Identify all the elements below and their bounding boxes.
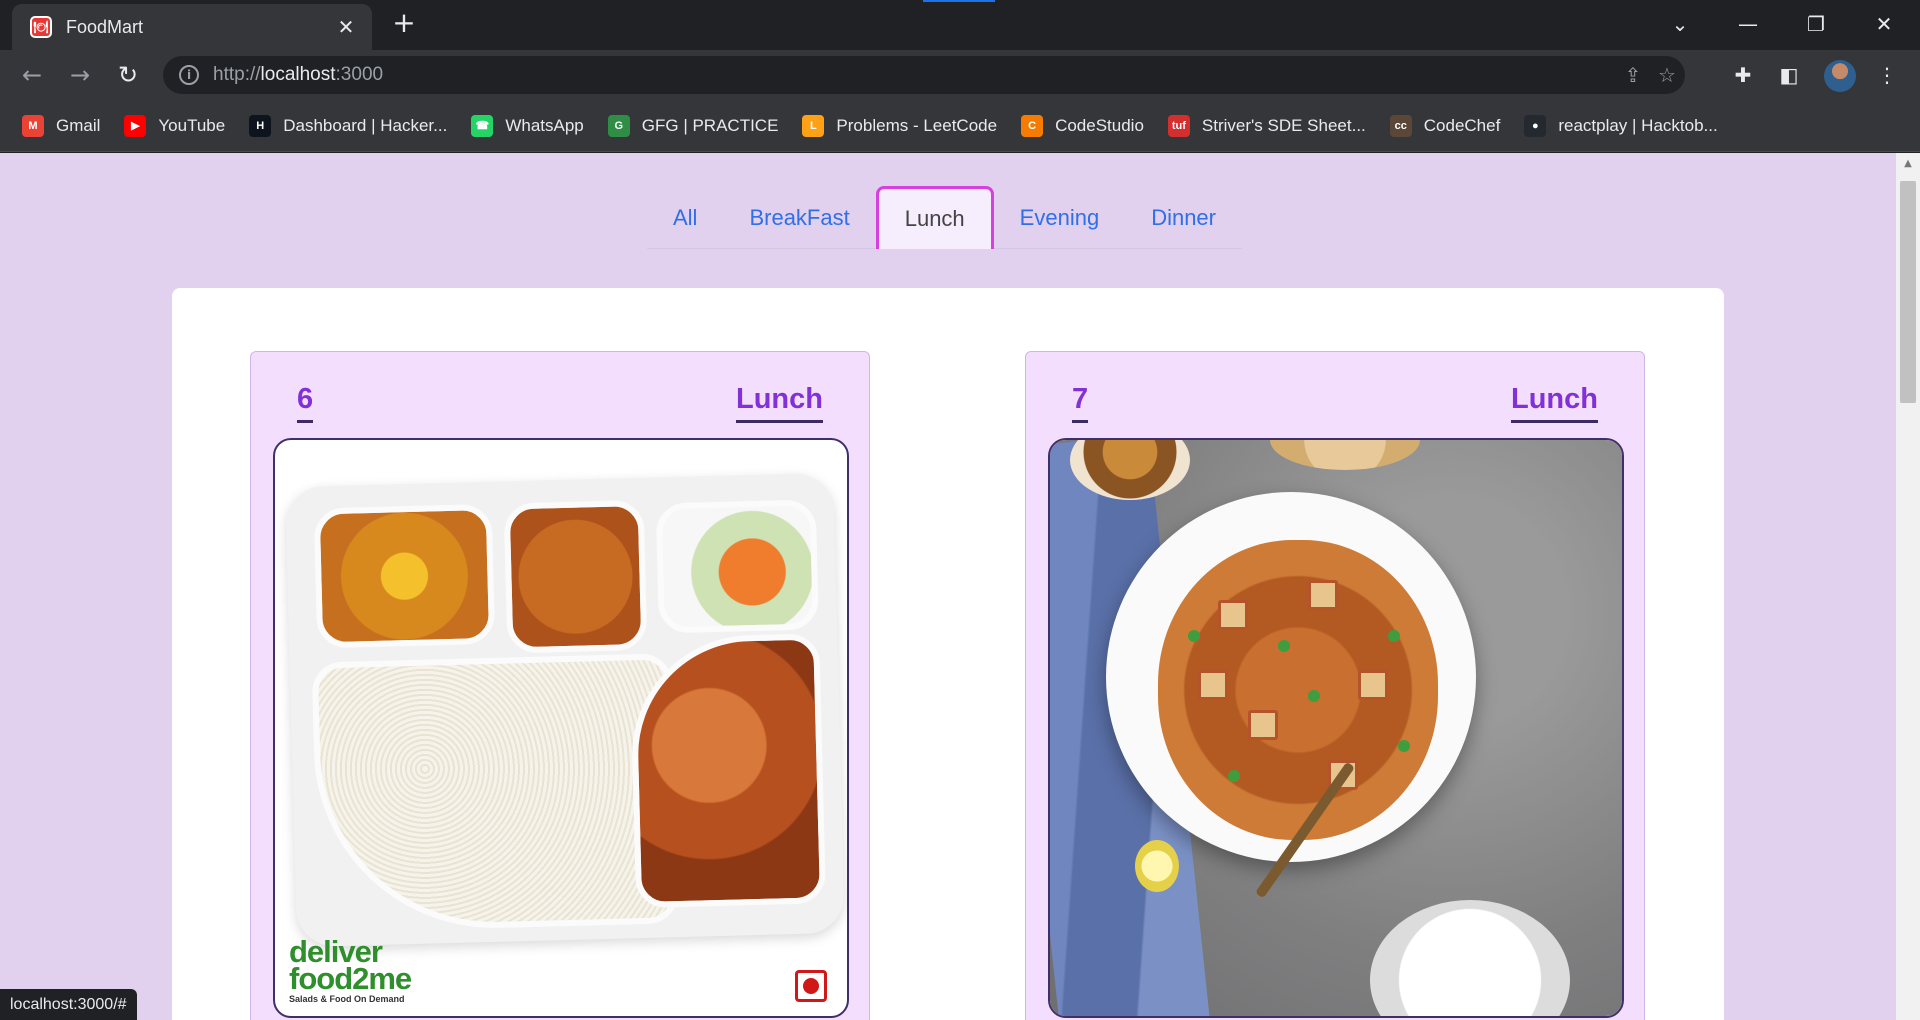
back-icon[interactable]: ←	[16, 59, 48, 91]
gravy-compartment	[503, 499, 648, 654]
pea	[1188, 630, 1200, 642]
browser-tab[interactable]: 🍽 FoodMart ✕	[12, 4, 372, 50]
restore-button[interactable]: ❐	[1786, 6, 1846, 42]
brand-line-2: food2me	[289, 961, 412, 996]
pea	[1398, 740, 1410, 752]
paneer-biryani-image	[1048, 438, 1624, 1018]
bookmark-item[interactable]: M Gmail	[22, 114, 101, 137]
paneer-cube	[1308, 580, 1338, 610]
bookmark-item[interactable]: L Problems - LeetCode	[802, 114, 998, 137]
bookmark-item[interactable]: cc CodeChef	[1389, 114, 1501, 137]
hackerrank-icon: H	[249, 114, 272, 137]
reload-icon[interactable]: ↻	[112, 59, 144, 91]
tab-dinner[interactable]: Dinner	[1125, 186, 1242, 249]
github-icon: ●	[1524, 114, 1547, 137]
pea	[1228, 770, 1240, 782]
bookmark-label: CodeChef	[1423, 115, 1501, 135]
leetcode-icon: L	[802, 114, 825, 137]
tab-breakfast[interactable]: BreakFast	[723, 186, 875, 249]
bookmark-label: Gmail	[56, 115, 101, 135]
foodmart-favicon-icon: 🍽	[30, 16, 52, 38]
food-card[interactable]: 6 Lunch deliver food2me Salads & Food On…	[250, 351, 870, 1020]
tab-search-icon[interactable]: ⌄	[1650, 6, 1710, 42]
bookmark-label: CodeStudio	[1055, 115, 1144, 135]
lemon-slice	[1135, 840, 1179, 892]
tab-lunch[interactable]: Lunch	[875, 186, 994, 249]
paneer-cube	[1218, 600, 1248, 630]
meal-tray	[285, 472, 845, 948]
biryani-rice	[1158, 540, 1438, 840]
non-veg-mark-icon	[795, 970, 827, 1002]
bookmark-label: reactplay | Hacktob...	[1558, 115, 1718, 135]
scroll-thumb[interactable]	[1900, 181, 1916, 403]
bookmark-label: WhatsApp	[505, 115, 584, 135]
url-text[interactable]: http://localhost:3000	[213, 64, 383, 86]
codestudio-icon: C	[1021, 114, 1044, 137]
tab-title: FoodMart	[66, 16, 144, 37]
paneer-cube	[1198, 670, 1228, 700]
tab-evening[interactable]: Evening	[994, 186, 1126, 249]
bookmark-item[interactable]: C CodeStudio	[1021, 114, 1144, 137]
whatsapp-icon: ☎	[471, 114, 494, 137]
bookmarks-bar: M Gmail ▶ YouTube H Dashboard | Hacker... ☎ Wha…	[0, 100, 1920, 152]
page-viewport: All BreakFast Lunch Evening Dinner 6 Lunch d…	[0, 153, 1920, 1020]
paneer-cube	[1248, 710, 1278, 740]
tab-drag-indicator	[923, 0, 995, 2]
bookmark-label: Dashboard | Hacker...	[283, 115, 448, 135]
bookmark-label: Striver's SDE Sheet...	[1201, 115, 1366, 135]
tab-all[interactable]: All	[647, 186, 723, 249]
share-icon[interactable]: ⇪	[1619, 61, 1647, 89]
youtube-icon: ▶	[124, 114, 147, 137]
scroll-up-arrow-icon[interactable]: ▲	[1896, 155, 1920, 173]
bookmark-label: Problems - LeetCode	[836, 115, 998, 135]
page-scrollbar[interactable]: ▲	[1896, 153, 1920, 1020]
close-tab-icon[interactable]: ✕	[332, 13, 360, 41]
deliverfood2me-logo: deliver food2me Salads & Food On Demand	[289, 936, 412, 1005]
url-host: localhost	[260, 64, 336, 85]
salad-compartment	[655, 499, 819, 634]
food-card-category: Lunch	[1511, 382, 1598, 423]
bookmark-item[interactable]: ▶ YouTube	[124, 114, 226, 137]
url-port: :3000	[335, 64, 384, 85]
profile-avatar[interactable]	[1824, 60, 1856, 92]
pea	[1278, 640, 1290, 652]
url-scheme: http://	[213, 64, 261, 85]
forward-icon[interactable]: →	[64, 59, 96, 91]
rice-compartment	[311, 653, 679, 933]
bookmark-item[interactable]: ● reactplay | Hacktob...	[1524, 114, 1718, 137]
bookmark-item[interactable]: H Dashboard | Hacker...	[249, 114, 448, 137]
address-bar[interactable]: i http://localhost:3000 ⇪ ☆	[163, 56, 1685, 94]
egg-curry-compartment	[313, 503, 496, 649]
category-filter-tabs: All BreakFast Lunch Evening Dinner	[647, 186, 1242, 249]
tuf-icon: tuf	[1167, 114, 1190, 137]
bookmark-label: YouTube	[158, 115, 226, 135]
close-window-button[interactable]: ✕	[1854, 6, 1914, 42]
gmail-icon: M	[22, 114, 44, 137]
bookmark-star-icon[interactable]: ☆	[1653, 61, 1681, 89]
food-card[interactable]: 7 Lunch	[1025, 351, 1645, 1020]
bookmark-label: GFG | PRACTICE	[641, 115, 779, 135]
link-status-bubble: localhost:3000/#	[0, 989, 137, 1020]
extensions-puzzle-icon[interactable]: ✚	[1728, 60, 1758, 90]
new-tab-button[interactable]: +	[388, 8, 420, 40]
browser-menu-icon[interactable]: ⋮	[1872, 60, 1902, 90]
paneer-cube	[1358, 670, 1388, 700]
brand-tagline: Salads & Food On Demand	[289, 994, 405, 1004]
bookmark-item[interactable]: tuf Striver's SDE Sheet...	[1167, 114, 1366, 137]
pea	[1388, 630, 1400, 642]
gfg-icon: G	[607, 114, 630, 137]
side-panel-icon[interactable]: ◧	[1774, 60, 1804, 90]
food-card-id: 6	[297, 382, 314, 423]
codechef-icon: cc	[1389, 114, 1412, 137]
food-card-category: Lunch	[736, 382, 823, 423]
browser-tab-strip: 🍽 FoodMart ✕ + ⌄ — ❐ ✕	[0, 0, 1920, 50]
site-info-icon[interactable]: i	[179, 65, 199, 85]
food-card-id: 7	[1072, 382, 1089, 423]
meal-tray-image: deliver food2me Salads & Food On Demand	[273, 438, 849, 1018]
bookmark-item[interactable]: ☎ WhatsApp	[471, 114, 584, 137]
bookmark-item[interactable]: G GFG | PRACTICE	[607, 114, 779, 137]
browser-toolbar: ← → ↻ i http://localhost:3000 ⇪ ☆ ✚ ◧ ⋮	[0, 50, 1920, 100]
pea	[1308, 690, 1320, 702]
minimize-button[interactable]: —	[1718, 6, 1778, 42]
